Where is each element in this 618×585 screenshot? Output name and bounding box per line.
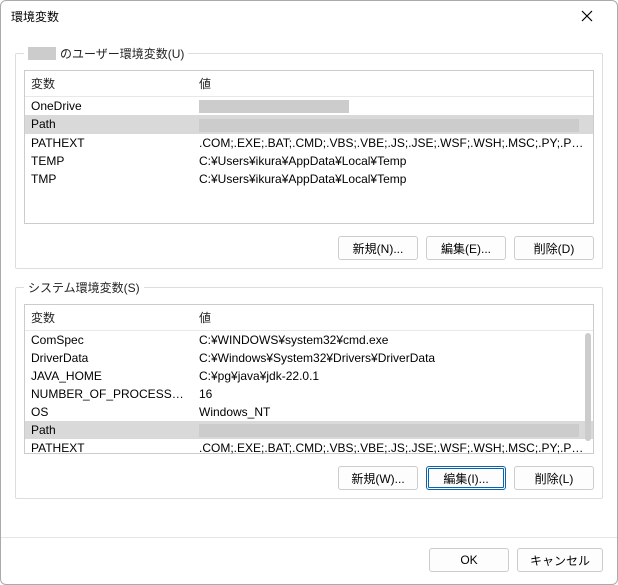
dialog-footer: OK キャンセル bbox=[1, 537, 617, 584]
var-value-cell bbox=[193, 97, 593, 116]
redacted-username bbox=[28, 47, 56, 60]
var-value-cell: 16 bbox=[193, 385, 593, 403]
table-row[interactable]: TEMPC:¥Users¥ikura¥AppData¥Local¥Temp bbox=[25, 152, 593, 170]
var-name-cell: ComSpec bbox=[25, 331, 193, 350]
redacted-value bbox=[199, 100, 349, 113]
table-row[interactable]: ComSpecC:¥WINDOWS¥system32¥cmd.exe bbox=[25, 331, 593, 350]
var-name-cell: TMP bbox=[25, 170, 193, 188]
window-title: 環境変数 bbox=[11, 8, 567, 25]
var-name-cell: OneDrive bbox=[25, 97, 193, 116]
var-name-cell: DriverData bbox=[25, 349, 193, 367]
system-variables-table-wrap: 変数 値 ComSpecC:¥WINDOWS¥system32¥cmd.exeD… bbox=[24, 304, 594, 454]
var-name-cell: OS bbox=[25, 403, 193, 421]
table-row[interactable]: Path bbox=[25, 115, 593, 133]
var-value-cell: C:¥WINDOWS¥system32¥cmd.exe bbox=[193, 331, 593, 350]
close-icon[interactable] bbox=[567, 3, 607, 29]
var-value-cell: C:¥Windows¥System32¥Drivers¥DriverData bbox=[193, 349, 593, 367]
user-variables-group: のユーザー環境変数(U) 変数 値 OneDrivePathPATHEXT.CO… bbox=[15, 45, 603, 269]
table-row[interactable]: PATHEXT.COM;.EXE;.BAT;.CMD;.VBS;.VBE;.JS… bbox=[25, 134, 593, 152]
system-col-name[interactable]: 変数 bbox=[25, 305, 193, 331]
table-row[interactable]: OSWindows_NT bbox=[25, 403, 593, 421]
system-new-button[interactable]: 新規(W)... bbox=[338, 466, 418, 490]
user-col-name[interactable]: 変数 bbox=[25, 71, 193, 97]
table-row[interactable]: JAVA_HOMEC:¥pg¥java¥jdk-22.0.1 bbox=[25, 367, 593, 385]
environment-variables-dialog: 環境変数 のユーザー環境変数(U) 変数 値 One bbox=[0, 0, 618, 585]
var-value-cell: Windows_NT bbox=[193, 403, 593, 421]
titlebar: 環境変数 bbox=[1, 1, 617, 31]
var-name-cell: PATHEXT bbox=[25, 134, 193, 152]
table-row[interactable]: Path bbox=[25, 421, 593, 439]
ok-button[interactable]: OK bbox=[429, 548, 509, 572]
var-name-cell: PATHEXT bbox=[25, 439, 193, 457]
user-variables-legend: のユーザー環境変数(U) bbox=[24, 45, 188, 62]
system-edit-button[interactable]: 編集(I)... bbox=[426, 466, 506, 490]
table-row[interactable]: PATHEXT.COM;.EXE;.BAT;.CMD;.VBS;.VBE;.JS… bbox=[25, 439, 593, 457]
user-delete-button[interactable]: 削除(D) bbox=[514, 236, 594, 260]
user-new-button[interactable]: 新規(N)... bbox=[338, 236, 418, 260]
system-variables-table[interactable]: 変数 値 ComSpecC:¥WINDOWS¥system32¥cmd.exeD… bbox=[25, 305, 593, 457]
user-variables-table-wrap: 変数 値 OneDrivePathPATHEXT.COM;.EXE;.BAT;.… bbox=[24, 70, 594, 224]
var-value-cell bbox=[193, 421, 593, 439]
system-scrollbar[interactable] bbox=[585, 333, 591, 441]
table-row[interactable]: DriverDataC:¥Windows¥System32¥Drivers¥Dr… bbox=[25, 349, 593, 367]
system-variables-group: システム環境変数(S) 変数 値 ComSpecC:¥WINDOWS¥syste… bbox=[15, 279, 603, 499]
var-name-cell: Path bbox=[25, 115, 193, 133]
user-variables-table[interactable]: 変数 値 OneDrivePathPATHEXT.COM;.EXE;.BAT;.… bbox=[25, 71, 593, 188]
system-variables-legend: システム環境変数(S) bbox=[24, 279, 144, 296]
cancel-button[interactable]: キャンセル bbox=[517, 548, 603, 572]
user-legend-text: のユーザー環境変数(U) bbox=[60, 45, 184, 62]
redacted-value bbox=[199, 119, 579, 132]
dialog-content: のユーザー環境変数(U) 変数 値 OneDrivePathPATHEXT.CO… bbox=[1, 31, 617, 537]
table-row[interactable]: TMPC:¥Users¥ikura¥AppData¥Local¥Temp bbox=[25, 170, 593, 188]
var-value-cell: C:¥Users¥ikura¥AppData¥Local¥Temp bbox=[193, 170, 593, 188]
system-delete-button[interactable]: 削除(L) bbox=[514, 466, 594, 490]
table-row[interactable]: NUMBER_OF_PROCESSORS16 bbox=[25, 385, 593, 403]
var-name-cell: Path bbox=[25, 421, 193, 439]
table-row[interactable]: OneDrive bbox=[25, 97, 593, 116]
var-name-cell: JAVA_HOME bbox=[25, 367, 193, 385]
user-edit-button[interactable]: 編集(E)... bbox=[426, 236, 506, 260]
user-col-value[interactable]: 値 bbox=[193, 71, 593, 97]
system-buttons-row: 新規(W)... 編集(I)... 削除(L) bbox=[24, 466, 594, 490]
redacted-value bbox=[199, 424, 579, 437]
var-value-cell: .COM;.EXE;.BAT;.CMD;.VBS;.VBE;.JS;.JSE;.… bbox=[193, 439, 593, 457]
var-value-cell: C:¥pg¥java¥jdk-22.0.1 bbox=[193, 367, 593, 385]
var-value-cell: .COM;.EXE;.BAT;.CMD;.VBS;.VBE;.JS;.JSE;.… bbox=[193, 134, 593, 152]
var-value-cell: C:¥Users¥ikura¥AppData¥Local¥Temp bbox=[193, 152, 593, 170]
var-value-cell bbox=[193, 115, 593, 133]
var-name-cell: NUMBER_OF_PROCESSORS bbox=[25, 385, 193, 403]
user-buttons-row: 新規(N)... 編集(E)... 削除(D) bbox=[24, 236, 594, 260]
var-name-cell: TEMP bbox=[25, 152, 193, 170]
system-col-value[interactable]: 値 bbox=[193, 305, 593, 331]
